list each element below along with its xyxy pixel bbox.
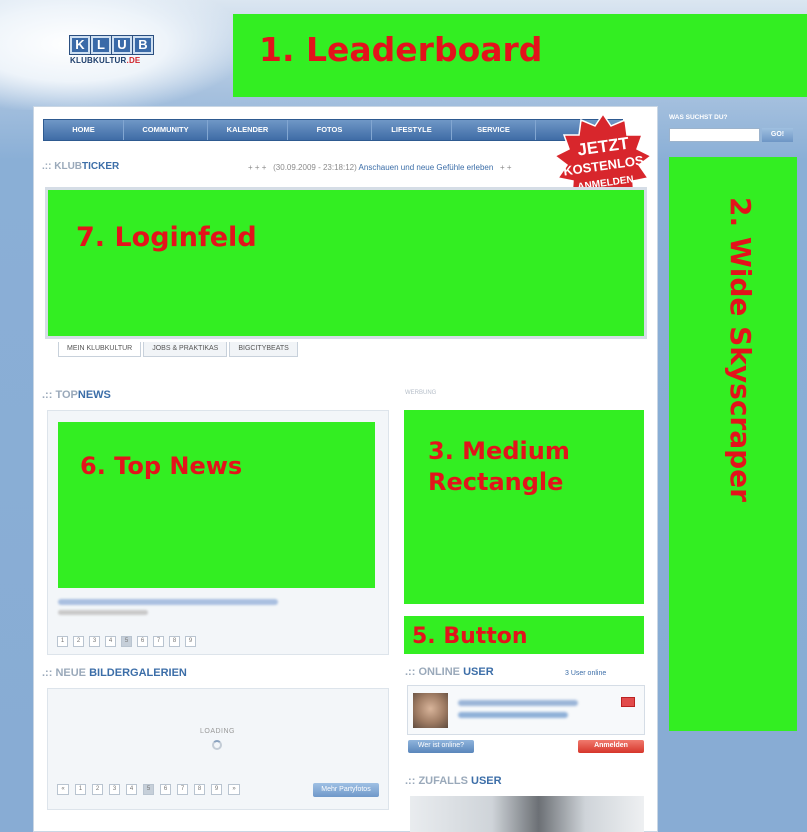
- leaderboard-ad-slot[interactable]: 1. Leaderboard: [233, 14, 807, 97]
- gallery-page-2[interactable]: 2: [92, 784, 103, 795]
- random-user-photo[interactable]: [410, 796, 644, 832]
- gallery-pagination: « 1 2 3 4 5 6 7 8 9 »: [57, 784, 240, 795]
- news-headline-blurred[interactable]: [58, 599, 278, 605]
- gallery-page-next[interactable]: »: [228, 784, 240, 795]
- gallery-page-9[interactable]: 9: [211, 784, 222, 795]
- gallery-page-1[interactable]: 1: [75, 784, 86, 795]
- logo-letter: L: [91, 36, 111, 54]
- main-nav: HOME COMMUNITY KALENDER FOTOS LIFESTYLE …: [43, 119, 623, 141]
- nav-item-home[interactable]: HOME: [44, 120, 124, 140]
- topnews-title: .:: TOPNEWS: [42, 389, 111, 401]
- online-user-count[interactable]: 3 User online: [565, 670, 606, 677]
- topnews-label: 6. Top News: [80, 452, 243, 480]
- login-field-slot[interactable]: 7. Loginfeld: [48, 190, 644, 336]
- gallery-page-5[interactable]: 5: [143, 784, 154, 795]
- wide-skyscraper-ad-slot[interactable]: 2. Wide Skyscraper: [669, 157, 797, 731]
- gallery-page-6[interactable]: 6: [160, 784, 171, 795]
- leaderboard-label: 1. Leaderboard: [259, 30, 543, 69]
- more-party-photos-button[interactable]: Mehr Partyfotos: [313, 783, 379, 797]
- loading-spinner-icon: [212, 740, 222, 750]
- gallery-page-prev[interactable]: «: [57, 784, 69, 795]
- nav-item-lifestyle[interactable]: LIFESTYLE: [372, 120, 452, 140]
- skyscraper-label: 2. Wide Skyscraper: [724, 197, 757, 502]
- loading-text: LOADING: [200, 728, 236, 735]
- search-go-button[interactable]: GO!: [762, 128, 793, 142]
- topnews-page-3[interactable]: 3: [89, 636, 100, 647]
- search-label: WAS SUCHST DU?: [669, 114, 728, 121]
- ticker-date: (30.09.2009 - 23:18:12): [273, 163, 357, 172]
- news-subline-blurred: [58, 610, 148, 615]
- topnews-page-7[interactable]: 7: [153, 636, 164, 647]
- topnews-page-5[interactable]: 5: [121, 636, 132, 647]
- logo-letter: U: [112, 36, 132, 54]
- topnews-page-8[interactable]: 8: [169, 636, 180, 647]
- tab-jobs-praktikas[interactable]: JOBS & PRAKTIKAS: [143, 342, 228, 357]
- gallery-page-4[interactable]: 4: [126, 784, 137, 795]
- account-tabs: MEIN KLUBKULTUR JOBS & PRAKTIKAS BIGCITY…: [58, 342, 300, 357]
- logo-letter: K: [70, 36, 90, 54]
- online-username-blurred[interactable]: [458, 700, 578, 706]
- werbung-label: WERBUNG: [405, 390, 437, 396]
- topnews-slot[interactable]: 6. Top News: [58, 422, 375, 588]
- nav-item-community[interactable]: COMMUNITY: [124, 120, 208, 140]
- ticker-text: + + + (30.09.2009 - 23:18:12) Anschauen …: [248, 163, 512, 172]
- medium-rect-label-line-1: 3. Medium: [428, 437, 570, 465]
- online-user-title: .:: ONLINE USER: [405, 666, 494, 678]
- register-button[interactable]: Anmelden: [578, 740, 644, 753]
- topnews-page-4[interactable]: 4: [105, 636, 116, 647]
- gallery-page-3[interactable]: 3: [109, 784, 120, 795]
- zufalls-user-title: .:: ZUFALLS USER: [405, 775, 502, 787]
- who-is-online-button[interactable]: Wer ist online?: [408, 740, 474, 753]
- logo-mark: K L U B: [70, 36, 153, 54]
- topnews-page-2[interactable]: 2: [73, 636, 84, 647]
- message-icon[interactable]: [621, 697, 635, 707]
- ticker-headline-link[interactable]: Anschauen und neue Gefühle erleben: [359, 163, 494, 172]
- klubticker-title: .:: KLUBTICKER: [42, 161, 120, 172]
- gallery-page-7[interactable]: 7: [177, 784, 188, 795]
- avatar[interactable]: [413, 693, 448, 728]
- site-logo[interactable]: K L U B KLUBKULTUR.DE: [70, 36, 153, 65]
- nav-item-kalender[interactable]: KALENDER: [208, 120, 288, 140]
- medium-rectangle-ad-slot[interactable]: 3. Medium Rectangle: [404, 410, 644, 604]
- search-input[interactable]: [669, 128, 760, 142]
- tab-mein-klubkultur[interactable]: MEIN KLUBKULTUR: [58, 342, 142, 357]
- logo-letter: B: [133, 36, 153, 54]
- topnews-page-6[interactable]: 6: [137, 636, 148, 647]
- topnews-page-1[interactable]: 1: [57, 636, 68, 647]
- tab-bigcitybeats[interactable]: BIGCITYBEATS: [229, 342, 298, 357]
- topnews-page-9[interactable]: 9: [185, 636, 196, 647]
- button-ad-slot[interactable]: 5. Button: [404, 616, 644, 654]
- gallery-page-8[interactable]: 8: [194, 784, 205, 795]
- button-ad-label: 5. Button: [412, 624, 528, 649]
- online-userinfo-blurred: [458, 712, 568, 718]
- logo-site-name: KLUBKULTUR.DE: [70, 56, 141, 65]
- loginfeld-label: 7. Loginfeld: [76, 222, 257, 253]
- nav-item-service[interactable]: SERVICE: [452, 120, 536, 140]
- topnews-pagination: 1 2 3 4 5 6 7 8 9: [57, 636, 196, 647]
- medium-rect-label-line-2: Rectangle: [428, 468, 564, 497]
- gallery-title: .:: NEUE BILDERGALERIEN: [42, 667, 187, 679]
- nav-item-fotos[interactable]: FOTOS: [288, 120, 372, 140]
